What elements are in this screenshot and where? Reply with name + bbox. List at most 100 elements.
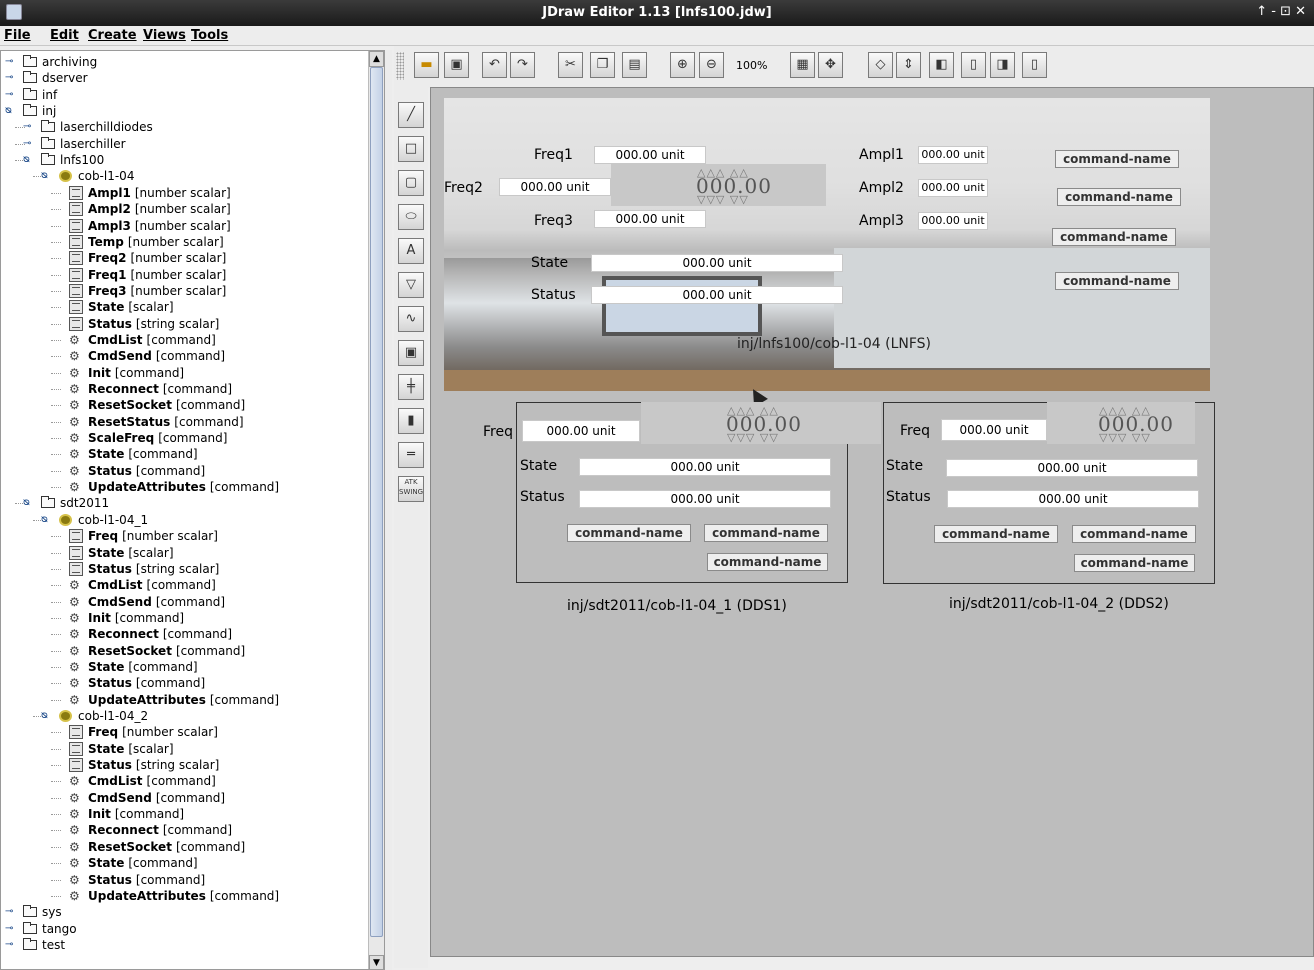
tree-scrollbar[interactable]: ▲ ▼ [368, 51, 384, 969]
front-icon[interactable]: ◧ [929, 52, 954, 78]
tree-folder[interactable]: ᴓ inj [1, 103, 361, 119]
redo-icon[interactable]: ↷ [510, 52, 535, 78]
tree-attribute[interactable]: Freq [number scalar] [1, 528, 361, 544]
expanded-toggle-icon[interactable]: ᴓ [41, 168, 48, 184]
dds1-command-button-2[interactable]: command-name [704, 524, 828, 542]
tree-command[interactable]: ⚙ Status [command] [1, 872, 361, 888]
tree-command[interactable]: ⚙ CmdSend [command] [1, 594, 361, 610]
tree-command[interactable]: ⚙ CmdList [command] [1, 332, 361, 348]
tree-folder[interactable]: ⊸ archiving [1, 54, 361, 70]
tree-attribute[interactable]: Status [string scalar] [1, 561, 361, 577]
toolbar-gripper[interactable] [396, 52, 404, 80]
tree-folder[interactable]: ⊸ laserchilldiodes [1, 119, 361, 135]
tree-folder[interactable]: ⊸ test [1, 937, 361, 953]
scroll-thumb[interactable] [370, 67, 383, 937]
collapsed-toggle-icon[interactable]: ⊸ [5, 921, 13, 937]
menu-edit[interactable]: Edit [50, 28, 79, 43]
collapsed-toggle-icon[interactable]: ⊸ [5, 904, 13, 920]
tree-command[interactable]: ⚙ UpdateAttributes [command] [1, 692, 361, 708]
polyline-tool-icon[interactable]: ▽ [398, 272, 424, 298]
lnfs-command-button-3[interactable]: command-name [1052, 228, 1176, 246]
zoom-out-icon[interactable]: ⊖ [699, 52, 724, 78]
lnfs-command-button-1[interactable]: command-name [1055, 150, 1179, 168]
tree-device[interactable]: ᴓ cob-l1-04 [1, 168, 361, 184]
ungroup-icon[interactable]: ▯ [1022, 52, 1047, 78]
tree-attribute[interactable]: State [scalar] [1, 545, 361, 561]
dds2-command-button-2[interactable]: command-name [1072, 525, 1196, 543]
dds2-command-button-3[interactable]: command-name [1074, 554, 1195, 572]
spline-tool-icon[interactable]: ∿ [398, 306, 424, 332]
open-icon[interactable]: ▬ [414, 52, 439, 78]
menu-tools[interactable]: Tools [191, 28, 228, 43]
text-tool-icon[interactable]: A [398, 238, 424, 264]
save-icon[interactable]: ▣ [444, 52, 469, 78]
tree-attribute[interactable]: State [scalar] [1, 741, 361, 757]
tree-command[interactable]: ⚙ Reconnect [command] [1, 626, 361, 642]
rectangle-tool-icon[interactable]: □ [398, 136, 424, 162]
collapsed-toggle-icon[interactable]: ⊸ [5, 87, 13, 103]
dds2-freq-spinner[interactable]: △△△ △△ 000.00 ▽▽▽ ▽▽ [1047, 402, 1195, 444]
zoom-in-icon[interactable]: ⊕ [670, 52, 695, 78]
tree-command[interactable]: ⚙ Init [command] [1, 806, 361, 822]
expanded-toggle-icon[interactable]: ᴓ [23, 495, 30, 511]
line-tool-icon[interactable]: ╱ [398, 102, 424, 128]
tree-attribute[interactable]: Freq2 [number scalar] [1, 250, 361, 266]
tree-folder[interactable]: ⊸ inf [1, 87, 361, 103]
tree-command[interactable]: ⚙ UpdateAttributes [command] [1, 479, 361, 495]
tree-folder[interactable]: ᴓ lnfs100 [1, 152, 361, 168]
scroll-down-icon[interactable]: ▼ [369, 955, 384, 969]
tree-command[interactable]: ⚙ ResetSocket [command] [1, 839, 361, 855]
tree-attribute[interactable]: Freq3 [number scalar] [1, 283, 361, 299]
menu-create[interactable]: Create [88, 28, 137, 43]
align-icon[interactable]: ✥ [818, 52, 843, 78]
grid-icon[interactable]: ▦ [790, 52, 815, 78]
paste-icon[interactable]: ▤ [622, 52, 647, 78]
collapsed-toggle-icon[interactable]: ⊸ [23, 136, 31, 152]
spinner-down-arrows[interactable]: ▽▽▽ ▽▽ [727, 431, 779, 444]
tree-device[interactable]: ᴓ cob-l1-04_2 [1, 708, 361, 724]
expanded-toggle-icon[interactable]: ᴓ [23, 152, 30, 168]
tree-command[interactable]: ⚙ ResetSocket [command] [1, 643, 361, 659]
tree-command[interactable]: ⚙ Init [command] [1, 610, 361, 626]
expanded-toggle-icon[interactable]: ᴓ [41, 512, 48, 528]
tree-attribute[interactable]: Ampl1 [number scalar] [1, 185, 361, 201]
tree-command[interactable]: ⚙ Reconnect [command] [1, 381, 361, 397]
tree-command[interactable]: ⚙ ResetSocket [command] [1, 397, 361, 413]
image-tool-icon[interactable]: ▣ [398, 340, 424, 366]
tree-command[interactable]: ⚙ State [command] [1, 446, 361, 462]
dds2-command-button-1[interactable]: command-name [934, 525, 1058, 543]
atk-swing-icon[interactable]: ATK SWING [398, 476, 424, 502]
expanded-toggle-icon[interactable]: ᴓ [41, 708, 48, 724]
group-icon[interactable]: ◨ [990, 52, 1015, 78]
lnfs-command-button-2[interactable]: command-name [1057, 188, 1181, 206]
spinner-down-arrows[interactable]: ▽▽▽ ▽▽ [697, 193, 749, 206]
ellipse-tool-icon[interactable]: ⬭ [398, 204, 424, 230]
tree-attribute[interactable]: Status [string scalar] [1, 316, 361, 332]
roundrect-tool-icon[interactable]: ▢ [398, 170, 424, 196]
tree-device[interactable]: ᴓ cob-l1-04_1 [1, 512, 361, 528]
tree-command[interactable]: ⚙ CmdList [command] [1, 773, 361, 789]
collapsed-toggle-icon[interactable]: ⊸ [23, 119, 31, 135]
collapsed-toggle-icon[interactable]: ⊸ [5, 937, 13, 953]
tree-folder[interactable]: ⊸ sys [1, 904, 361, 920]
scroll-up-icon[interactable]: ▲ [369, 51, 384, 67]
tree-command[interactable]: ⚙ CmdSend [command] [1, 790, 361, 806]
menu-views[interactable]: Views [143, 28, 186, 43]
back-icon[interactable]: ▯ [961, 52, 986, 78]
tree-command[interactable]: ⚙ ScaleFreq [command] [1, 430, 361, 446]
tree-command[interactable]: ⚙ State [command] [1, 659, 361, 675]
tree-command[interactable]: ⚙ State [command] [1, 855, 361, 871]
tree-command[interactable]: ⚙ Status [command] [1, 675, 361, 691]
vflip-icon[interactable]: ⇕ [896, 52, 921, 78]
dds1-freq-spinner[interactable]: △△△ △△ 000.00 ▽▽▽ ▽▽ [641, 402, 881, 444]
tree-command[interactable]: ⚙ ResetStatus [command] [1, 414, 361, 430]
tree-attribute[interactable]: Ampl3 [number scalar] [1, 218, 361, 234]
lnfs-command-button-4[interactable]: command-name [1055, 272, 1179, 290]
tree-command[interactable]: ⚙ CmdSend [command] [1, 348, 361, 364]
slider-tool-icon[interactable]: ═ [398, 442, 424, 468]
tree-command[interactable]: ⚙ Reconnect [command] [1, 822, 361, 838]
tree-folder[interactable]: ⊸ laserchiller [1, 136, 361, 152]
tree-attribute[interactable]: Freq [number scalar] [1, 724, 361, 740]
tree-command[interactable]: ⚙ Init [command] [1, 365, 361, 381]
drawing-canvas[interactable]: Freq1 000.00 unit Freq2 000.00 unit △△△ … [430, 87, 1314, 957]
